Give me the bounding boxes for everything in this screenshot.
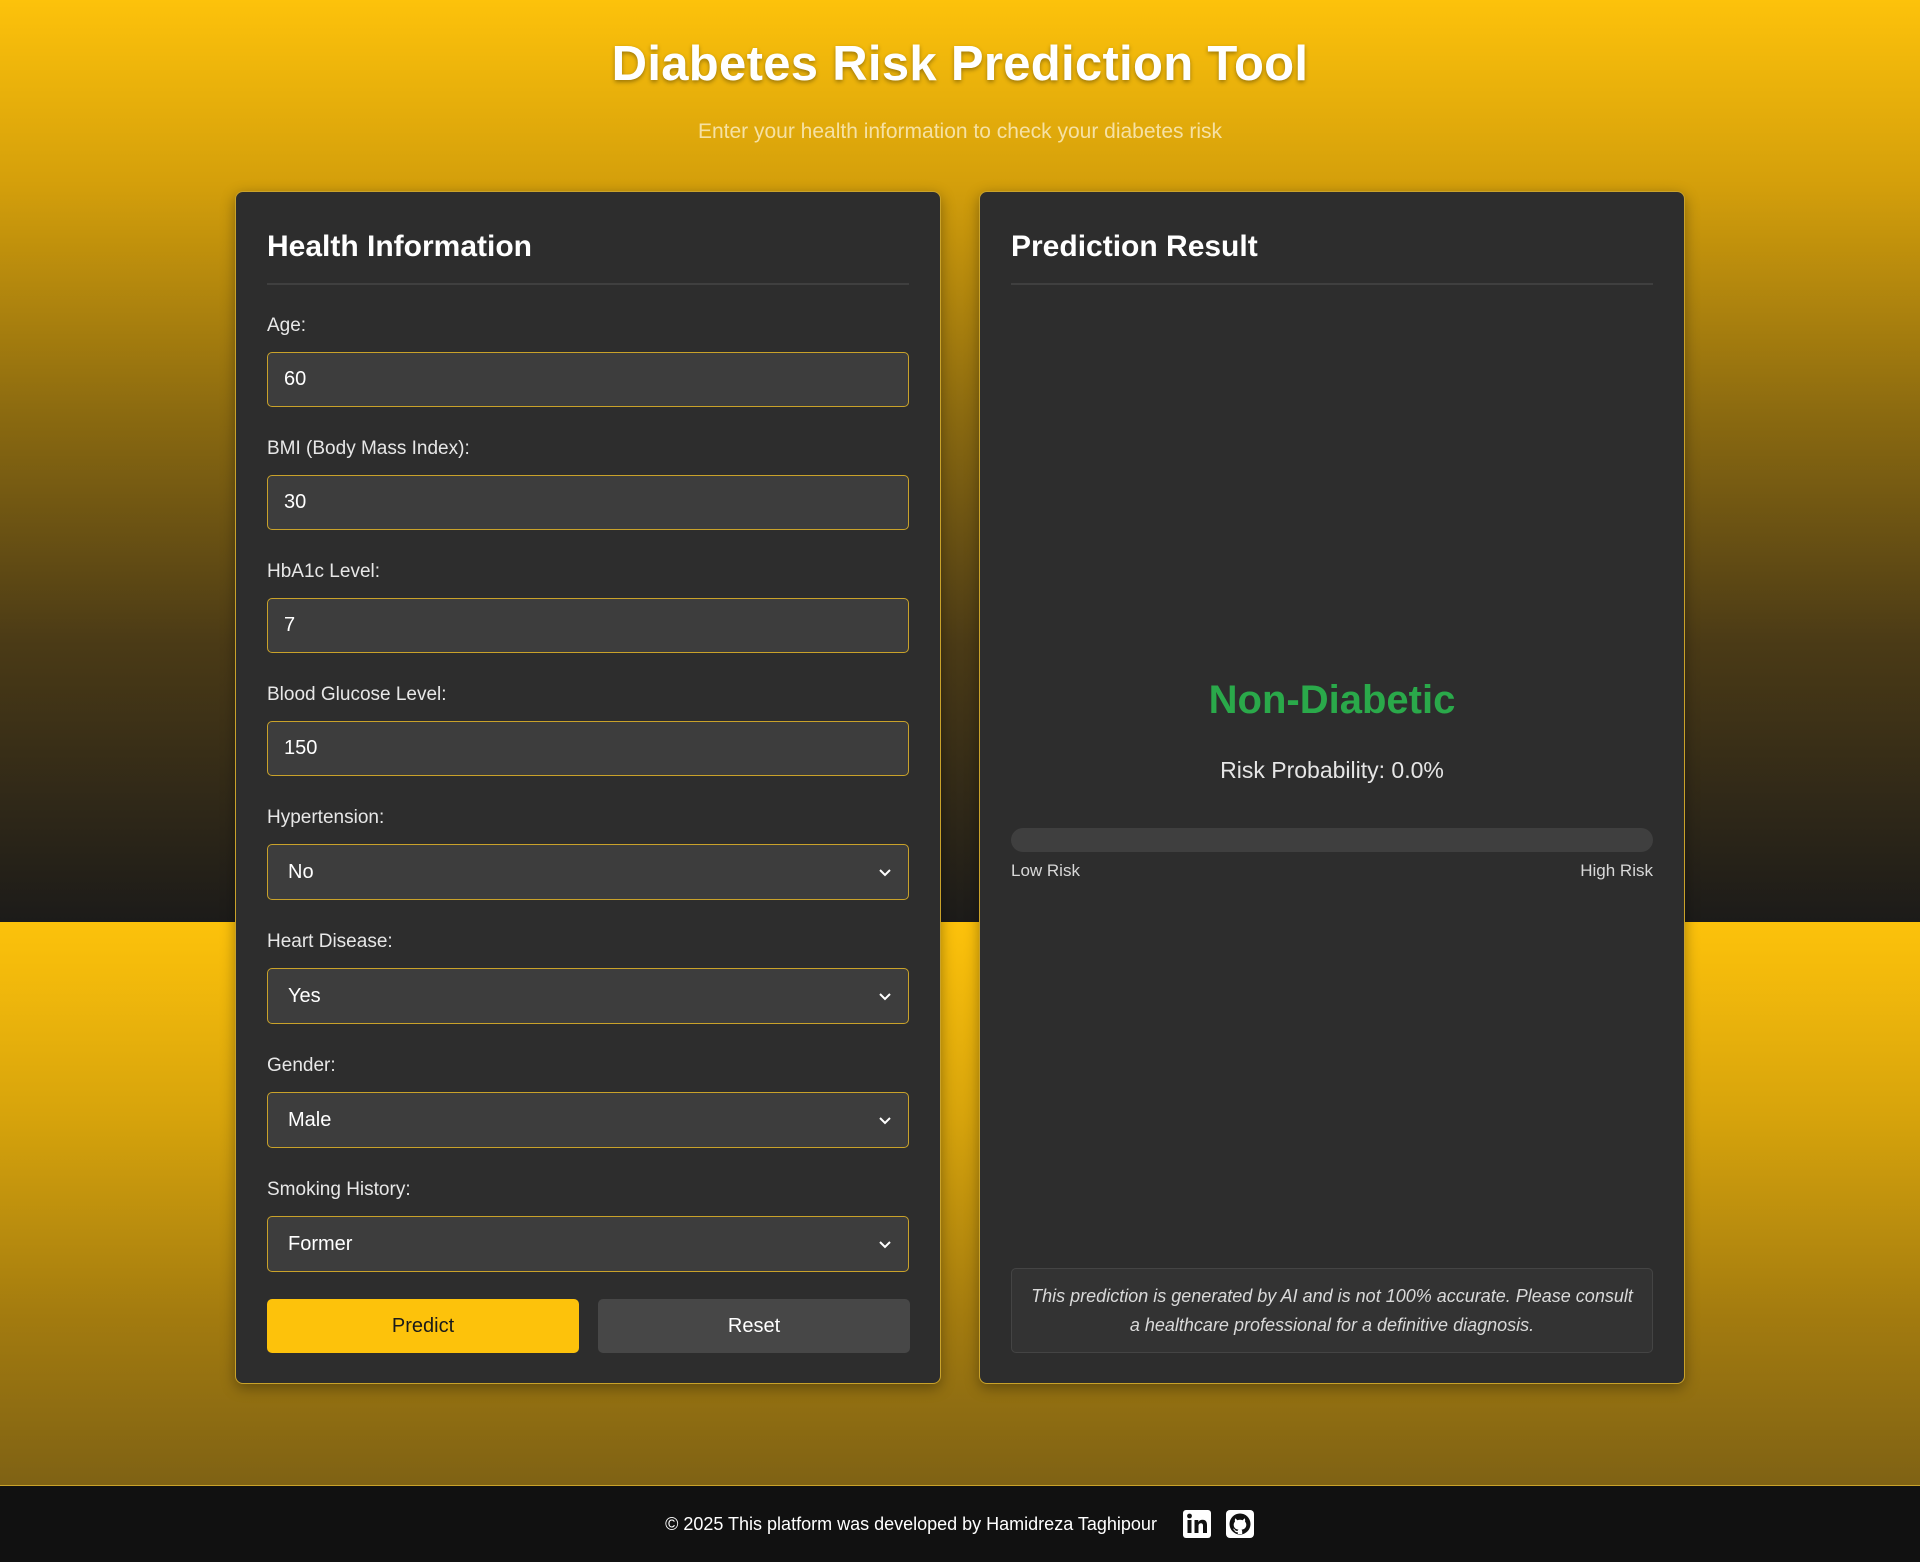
reset-button[interactable]: Reset bbox=[598, 1299, 910, 1353]
heart-disease-field: Heart Disease: Yes bbox=[267, 931, 909, 1024]
blood-glucose-label: Blood Glucose Level: bbox=[267, 684, 447, 705]
divider bbox=[267, 283, 909, 285]
health-information-title: Health Information bbox=[267, 230, 533, 263]
page-subtitle: Enter your health information to check y… bbox=[697, 120, 1223, 143]
footer-text: © 2025 This platform was developed by Ha… bbox=[665, 1513, 1157, 1534]
hypertension-field: Hypertension: No bbox=[267, 807, 909, 900]
bmi-input[interactable]: 30 bbox=[267, 475, 909, 530]
smoking-history-field: Smoking History: Former bbox=[267, 1179, 909, 1272]
chevron-down-icon bbox=[879, 1117, 891, 1125]
hba1c-field: HbA1c Level: 7 bbox=[267, 561, 909, 653]
page-header: Diabetes Risk Prediction Tool Enter your… bbox=[0, 0, 1920, 144]
risk-meter bbox=[1011, 828, 1653, 852]
gender-select[interactable]: Male bbox=[267, 1092, 909, 1148]
gender-field: Gender: Male bbox=[267, 1055, 909, 1148]
chevron-down-icon bbox=[879, 993, 891, 1001]
chevron-down-icon bbox=[879, 1241, 891, 1249]
gender-value: Male bbox=[288, 1108, 332, 1131]
low-risk-label: Low Risk bbox=[1011, 861, 1080, 880]
risk-probability: Risk Probability: 0.0% bbox=[1220, 757, 1444, 783]
footer-social-links bbox=[1169, 1509, 1255, 1539]
prediction-label: Non-Diabetic bbox=[1208, 678, 1456, 722]
hba1c-input[interactable]: 7 bbox=[267, 598, 909, 653]
heart-disease-value: Yes bbox=[288, 984, 321, 1007]
high-risk-label: High Risk bbox=[1580, 861, 1653, 880]
predict-button[interactable]: Predict bbox=[267, 1299, 579, 1353]
age-input[interactable]: 60 bbox=[267, 352, 909, 407]
footer: © 2025 This platform was developed by Ha… bbox=[0, 1485, 1920, 1562]
age-field: Age: 60 bbox=[267, 315, 909, 407]
bmi-label: BMI (Body Mass Index): bbox=[267, 438, 470, 459]
prediction-result-card: Prediction Result Non-Diabetic Risk Prob… bbox=[979, 191, 1685, 1384]
smoking-history-value: Former bbox=[288, 1232, 353, 1255]
hypertension-select[interactable]: No bbox=[267, 844, 909, 900]
github-icon[interactable] bbox=[1225, 1509, 1255, 1539]
disclaimer: This prediction is generated by AI and i… bbox=[1011, 1268, 1653, 1353]
page-title: Diabetes Risk Prediction Tool bbox=[611, 37, 1309, 91]
smoking-history-label: Smoking History: bbox=[267, 1179, 411, 1200]
divider bbox=[1011, 283, 1653, 285]
gender-label: Gender: bbox=[267, 1055, 336, 1076]
linkedin-icon[interactable] bbox=[1182, 1509, 1212, 1539]
hypertension-value: No bbox=[288, 860, 314, 883]
health-information-card: Health Information Age: 60 BMI (Body Mas… bbox=[235, 191, 941, 1384]
chevron-down-icon bbox=[879, 869, 891, 877]
hba1c-label: HbA1c Level: bbox=[267, 561, 381, 582]
blood-glucose-input[interactable]: 150 bbox=[267, 721, 909, 776]
bmi-field: BMI (Body Mass Index): 30 bbox=[267, 438, 909, 530]
blood-glucose-field: Blood Glucose Level: 150 bbox=[267, 684, 909, 776]
smoking-history-select[interactable]: Former bbox=[267, 1216, 909, 1272]
heart-disease-select[interactable]: Yes bbox=[267, 968, 909, 1024]
heart-disease-label: Heart Disease: bbox=[267, 931, 393, 952]
age-label: Age: bbox=[267, 315, 307, 336]
prediction-result-title: Prediction Result bbox=[1011, 230, 1258, 263]
hypertension-label: Hypertension: bbox=[267, 807, 385, 828]
